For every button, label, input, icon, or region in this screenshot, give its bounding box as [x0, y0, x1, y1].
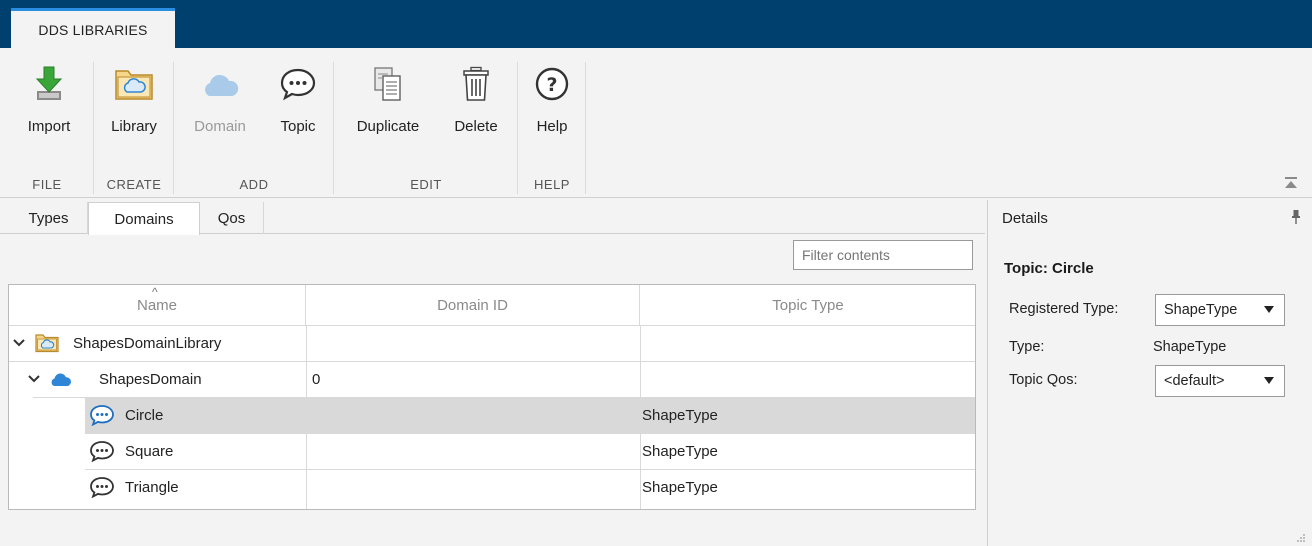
collapse-ribbon-icon[interactable]	[1284, 176, 1298, 190]
domain-label: Domain	[194, 118, 246, 135]
type-value: ShapeType	[1153, 339, 1227, 355]
library-icon	[114, 64, 154, 104]
topic-qos-value: <default>	[1164, 373, 1225, 389]
topic-icon	[89, 469, 115, 505]
row-topic-type: ShapeType	[642, 442, 718, 460]
column-header-domain-id[interactable]: Domain ID	[306, 285, 640, 325]
tab-domains[interactable]: Domains	[88, 202, 200, 235]
table-row[interactable]: Triangle ShapeType	[85, 469, 975, 505]
file-group-label: FILE	[32, 177, 62, 192]
add-group-label: ADD	[239, 177, 269, 192]
tab-qos[interactable]: Qos	[200, 202, 264, 234]
table-row[interactable]: ShapesDomainLibrary	[9, 325, 975, 361]
ribbon-group-edit: Duplicate Delete EDIT	[334, 48, 518, 198]
ribbon-group-add: Domain Topic ADD	[174, 48, 334, 198]
sort-caret-icon: ^	[152, 285, 158, 299]
chevron-down-icon[interactable]	[27, 361, 41, 397]
ribbon-group-create: Library CREATE	[94, 48, 174, 198]
ribbon-tab-strip: DDS LIBRARIES	[0, 0, 1312, 48]
topic-qos-select[interactable]: <default>	[1155, 365, 1285, 397]
topic-label: Topic	[280, 118, 316, 135]
domain-button[interactable]: Domain	[182, 64, 258, 156]
library-icon	[35, 325, 59, 361]
edit-group-label: EDIT	[410, 177, 442, 192]
row-name: Square	[125, 442, 174, 460]
import-icon	[29, 64, 69, 104]
table-row[interactable]: ShapesDomain 0	[9, 361, 975, 397]
registered-type-label: Registered Type:	[1009, 301, 1119, 317]
library-label: Library	[111, 118, 157, 135]
create-group-label: CREATE	[106, 177, 162, 192]
resize-grip-icon[interactable]	[1296, 530, 1306, 542]
column-header-topic-type[interactable]: Topic Type	[640, 285, 976, 325]
help-label: Help	[536, 118, 568, 135]
column-header-label: Name	[136, 296, 177, 314]
column-divider	[640, 325, 641, 509]
row-name: ShapesDomainLibrary	[73, 334, 222, 352]
domains-tree-table: ^ Name Domain ID Topic Type ShapesDomain…	[8, 284, 976, 510]
document-tabs: Types Domains Qos	[0, 200, 985, 235]
details-heading: Topic: Circle	[1004, 260, 1094, 277]
column-header-name[interactable]: ^ Name	[9, 285, 306, 325]
row-topic-type: ShapeType	[642, 406, 718, 424]
row-topic-type: ShapeType	[642, 478, 718, 496]
duplicate-label: Duplicate	[356, 118, 420, 135]
cloud-icon	[49, 361, 73, 397]
topic-qos-label: Topic Qos:	[1009, 372, 1078, 388]
ribbon-group-file: Import FILE	[0, 48, 94, 198]
import-button[interactable]: Import	[10, 64, 88, 156]
help-icon: ?	[532, 64, 572, 104]
dropdown-arrow-icon	[1264, 377, 1274, 384]
tab-types[interactable]: Types	[10, 202, 88, 234]
pin-icon[interactable]	[1292, 210, 1300, 224]
row-name: ShapesDomain	[99, 370, 202, 388]
delete-button[interactable]: Delete	[440, 64, 512, 156]
cloud-icon	[200, 64, 240, 104]
column-divider	[306, 325, 307, 509]
delete-label: Delete	[454, 118, 498, 135]
help-button[interactable]: ? Help	[526, 64, 578, 156]
topic-icon	[89, 433, 115, 469]
details-panel: Details Topic: Circle Registered Type: S…	[987, 200, 1312, 546]
import-label: Import	[27, 118, 71, 135]
ribbon-tab-dds-libraries[interactable]: DDS LIBRARIES	[11, 8, 175, 48]
table-row-selected[interactable]: Circle ShapeType	[85, 397, 975, 433]
ribbon-toolstrip: Import FILE Library CREATE Domain Topic …	[0, 48, 1312, 198]
dropdown-arrow-icon	[1264, 306, 1274, 313]
browser-pane: Types Domains Qos ^ Name Domain ID Topic…	[0, 200, 985, 546]
duplicate-icon	[368, 64, 408, 104]
type-label: Type:	[1009, 339, 1045, 355]
svg-text:?: ?	[546, 74, 557, 96]
table-row[interactable]: Square ShapeType	[85, 433, 975, 469]
filter-input[interactable]	[793, 240, 973, 270]
library-button[interactable]: Library	[98, 64, 170, 156]
duplicate-button[interactable]: Duplicate	[344, 64, 432, 156]
group-divider	[585, 62, 586, 194]
ribbon-group-help: ? Help HELP	[518, 48, 586, 198]
trash-icon	[456, 64, 496, 104]
topic-icon	[89, 397, 115, 433]
registered-type-value: ShapeType	[1164, 302, 1238, 318]
row-name: Circle	[125, 406, 164, 424]
topic-button[interactable]: Topic	[266, 64, 330, 156]
row-name: Triangle	[125, 478, 179, 496]
row-domain-id: 0	[312, 370, 321, 388]
speech-bubble-icon	[278, 64, 318, 104]
help-group-label: HELP	[534, 177, 570, 192]
chevron-down-icon[interactable]	[12, 325, 26, 361]
registered-type-select[interactable]: ShapeType	[1155, 294, 1285, 326]
details-title: Details	[1002, 210, 1048, 227]
